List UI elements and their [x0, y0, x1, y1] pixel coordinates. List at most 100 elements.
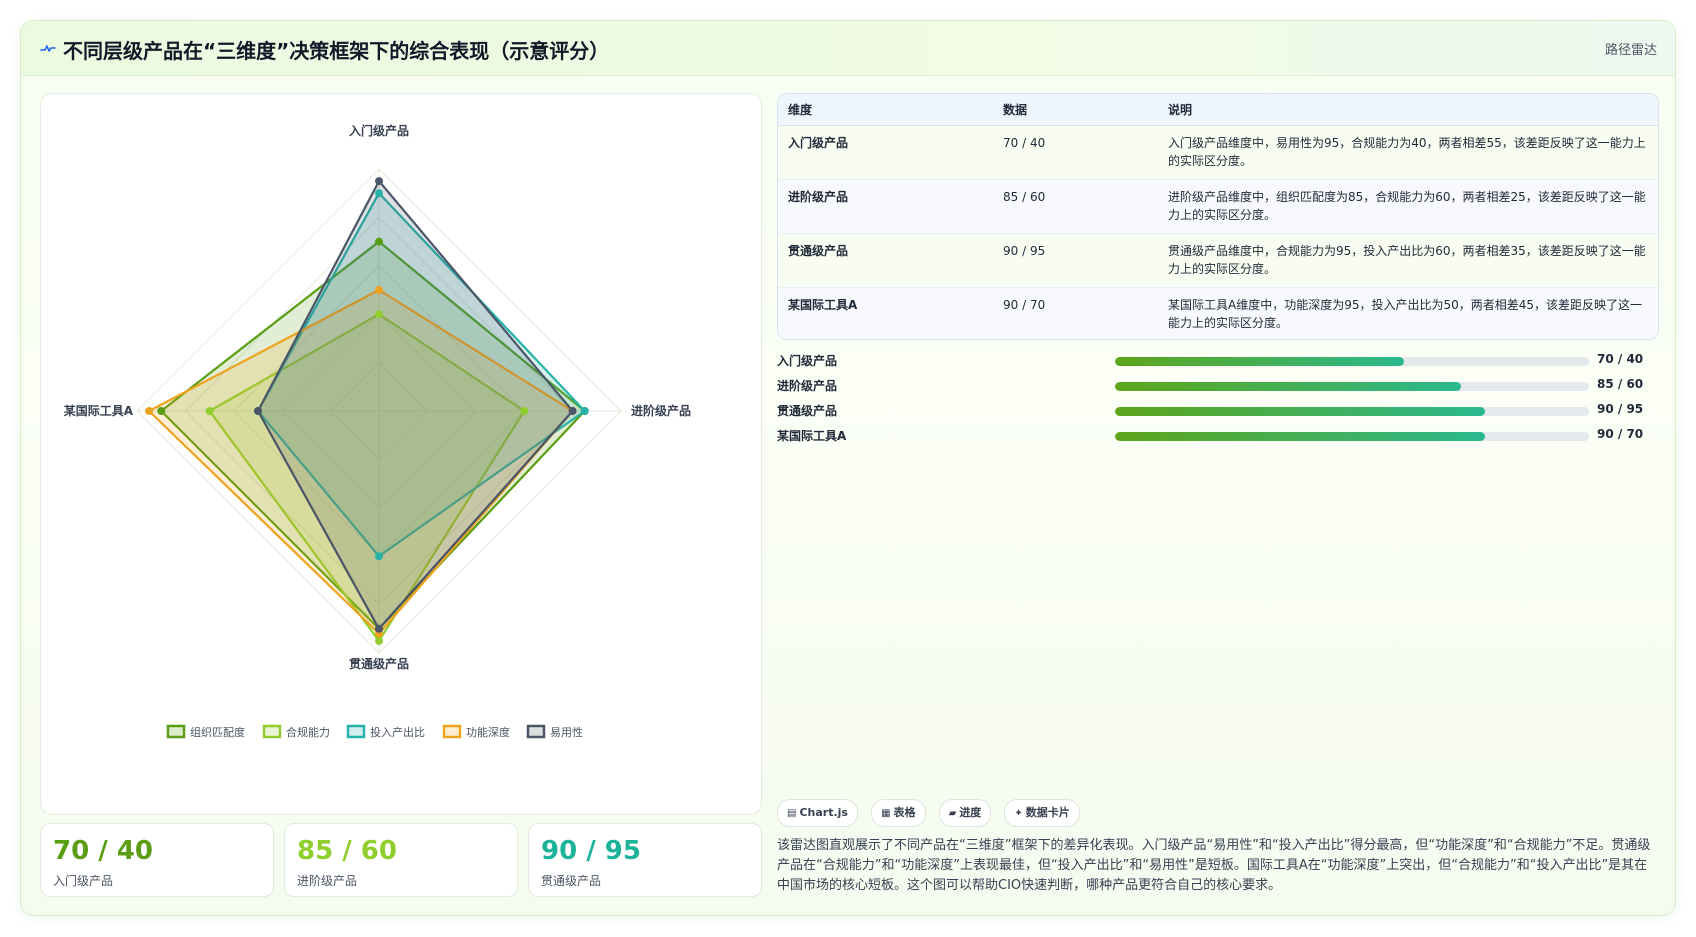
- legend-swatch: [262, 724, 282, 739]
- progress-list: 入门级产品 70 / 40 进阶级产品 85 / 60 贯通级产品 90 / 9…: [777, 349, 1657, 449]
- progress-label: 贯通级产品: [777, 404, 838, 418]
- progress-value: 70 / 40: [1597, 352, 1644, 366]
- row-desc: 进阶级产品维度中，组织匹配度为85，合规能力为60，两者相差25，该差距反映了这…: [1158, 179, 1658, 234]
- chart-description: 该雷达图直观展示了不同产品在“三维度”框架下的差异化表现。入门级产品“易用性”和…: [777, 838, 1651, 893]
- row-name: 贯通级产品: [778, 233, 993, 288]
- radar-point: [375, 189, 383, 198]
- radar-point: [580, 407, 589, 415]
- progress-track: [1115, 357, 1589, 366]
- radar-point: [205, 407, 214, 415]
- radar-point: [375, 624, 383, 633]
- row-desc: 某国际工具A维度中，功能深度为95，投入产出比为50，两者相差45，该差距反映了…: [1158, 287, 1658, 339]
- page-title: 不同层级产品在“三维度”决策框架下的综合表现（示意评分）: [63, 39, 610, 63]
- row-desc: 贯通级产品维度中，合规能力为95，投入产出比为60，两者相差35，该差距反映了这…: [1158, 233, 1658, 288]
- kpi-label: 入门级产品: [53, 874, 114, 888]
- progress-track: [1115, 432, 1589, 441]
- radar-axis-label: 某国际工具A: [64, 403, 134, 418]
- progress-fill: [1115, 382, 1462, 391]
- table-row: 入门级产品 70 / 40 入门级产品维度中，易用性为95，合规能力为40，两者…: [778, 125, 1658, 180]
- radar-axis-label: 贯通级产品: [349, 656, 409, 671]
- progress-fill: [1115, 357, 1405, 366]
- radar-point: [375, 636, 383, 645]
- progress-label: 入门级产品: [777, 354, 838, 368]
- chip-table[interactable]: ▦ 表格: [871, 799, 926, 827]
- row-data: 90 / 70: [993, 287, 1158, 339]
- radar-point: [375, 286, 383, 294]
- progress-value: 90 / 95: [1597, 402, 1644, 416]
- chart-icon: ▤: [787, 808, 797, 819]
- row-name: 某国际工具A: [778, 287, 993, 339]
- pulse-icon: [40, 45, 56, 52]
- radar-point: [520, 407, 529, 415]
- radar-point: [375, 310, 383, 319]
- header: 不同层级产品在“三维度”决策框架下的综合表现（示意评分） 路径雷达: [21, 21, 1675, 76]
- chip-label: 表格: [893, 806, 916, 819]
- row-name: 进阶级产品: [778, 179, 993, 234]
- legend-swatch: [526, 724, 546, 739]
- data-table: 维度 数据 说明 入门级产品 70 / 40 入门级产品维度中，易用性为95，合…: [777, 93, 1659, 340]
- progress-value: 90 / 70: [1597, 427, 1644, 441]
- progress-row: 某国际工具A 90 / 70: [777, 424, 1657, 449]
- legend-label: 组织匹配度: [190, 725, 245, 739]
- header-tag: 路径雷达: [1604, 43, 1657, 58]
- kpi-card: 70 / 40 入门级产品: [40, 823, 274, 897]
- progress-track: [1115, 382, 1589, 391]
- legend-label: 易用性: [550, 725, 583, 739]
- row-data: 90 / 95: [993, 233, 1158, 288]
- progress-label: 进阶级产品: [777, 379, 838, 393]
- legend-swatch: [166, 724, 186, 739]
- radar-point: [145, 407, 154, 415]
- kpi-card: 85 / 60 进阶级产品: [284, 823, 518, 897]
- card-icon: ✦: [1014, 808, 1023, 819]
- radar-axis-label: 入门级产品: [349, 123, 409, 138]
- table-header: 说明: [1158, 94, 1658, 126]
- progress-row: 贯通级产品 90 / 95: [777, 399, 1657, 424]
- table-header: 维度: [778, 94, 993, 126]
- chip-label: Chart.js: [799, 806, 848, 819]
- table-row: 某国际工具A 90 / 70 某国际工具A维度中，功能深度为95，投入产出比为5…: [778, 287, 1658, 339]
- radar-axis-label: 进阶级产品: [631, 403, 691, 418]
- legend-label: 投入产出比: [370, 725, 425, 739]
- progress-row: 入门级产品 70 / 40: [777, 349, 1657, 374]
- kpi-value: 70 / 40: [53, 836, 153, 866]
- progress-row: 进阶级产品 85 / 60: [777, 374, 1657, 399]
- chip-chartjs[interactable]: ▤ Chart.js: [777, 799, 858, 827]
- row-name: 入门级产品: [778, 125, 993, 180]
- radar-point: [375, 552, 383, 561]
- radar-point: [157, 407, 166, 415]
- table-header: 数据: [993, 94, 1158, 126]
- tech-chips: ▤ Chart.js ▦ 表格 ▰ 进度 ✦ 数据卡片: [777, 799, 1088, 827]
- radar-chart-panel: 入门级产品进阶级产品贯通级产品 某国际工具A 组织匹配度 合规能力 投入产出比 功能深度 易…: [40, 93, 762, 815]
- chip-data-card[interactable]: ✦ 数据卡片: [1004, 799, 1080, 827]
- dashboard-frame: 不同层级产品在“三维度”决策框架下的综合表现（示意评分） 路径雷达 入门级产品进…: [20, 20, 1676, 916]
- progress-fill: [1115, 407, 1485, 416]
- radar-point: [375, 237, 383, 246]
- row-data: 70 / 40: [993, 125, 1158, 180]
- chip-label: 进度: [959, 806, 982, 819]
- kpi-value: 90 / 95: [541, 836, 641, 866]
- kpi-label: 贯通级产品: [541, 874, 602, 888]
- table-row: 进阶级产品 85 / 60 进阶级产品维度中，组织匹配度为85，合规能力为60，…: [778, 179, 1658, 234]
- progress-label: 某国际工具A: [777, 429, 847, 443]
- radar-point: [254, 407, 262, 415]
- progress-value: 85 / 60: [1597, 377, 1644, 391]
- chip-progress[interactable]: ▰ 进度: [938, 799, 992, 827]
- progress-icon: ▰: [948, 808, 957, 819]
- kpi-card: 90 / 95 贯通级产品: [528, 823, 762, 897]
- progress-track: [1115, 407, 1589, 416]
- row-desc: 入门级产品维度中，易用性为95，合规能力为40，两者相差55，该差距反映了这一能…: [1158, 125, 1658, 180]
- legend-swatch: [442, 724, 462, 739]
- legend-label: 合规能力: [286, 725, 330, 739]
- radar-point: [375, 177, 383, 186]
- radar-chart: 入门级产品进阶级产品贯通级产品 某国际工具A 组织匹配度 合规能力 投入产出比 功能深度 易…: [64, 123, 691, 739]
- legend-label: 功能深度: [466, 725, 510, 739]
- row-data: 85 / 60: [993, 179, 1158, 234]
- table-row: 贯通级产品 90 / 95 贯通级产品维度中，合规能力为95，投入产出比为60，…: [778, 233, 1658, 288]
- progress-fill: [1115, 432, 1485, 441]
- kpi-label: 进阶级产品: [297, 874, 358, 888]
- legend-swatch: [346, 724, 366, 739]
- table-icon: ▦: [881, 808, 891, 819]
- kpi-value: 85 / 60: [297, 836, 397, 866]
- radar-point: [568, 407, 577, 415]
- chip-label: 数据卡片: [1025, 806, 1070, 819]
